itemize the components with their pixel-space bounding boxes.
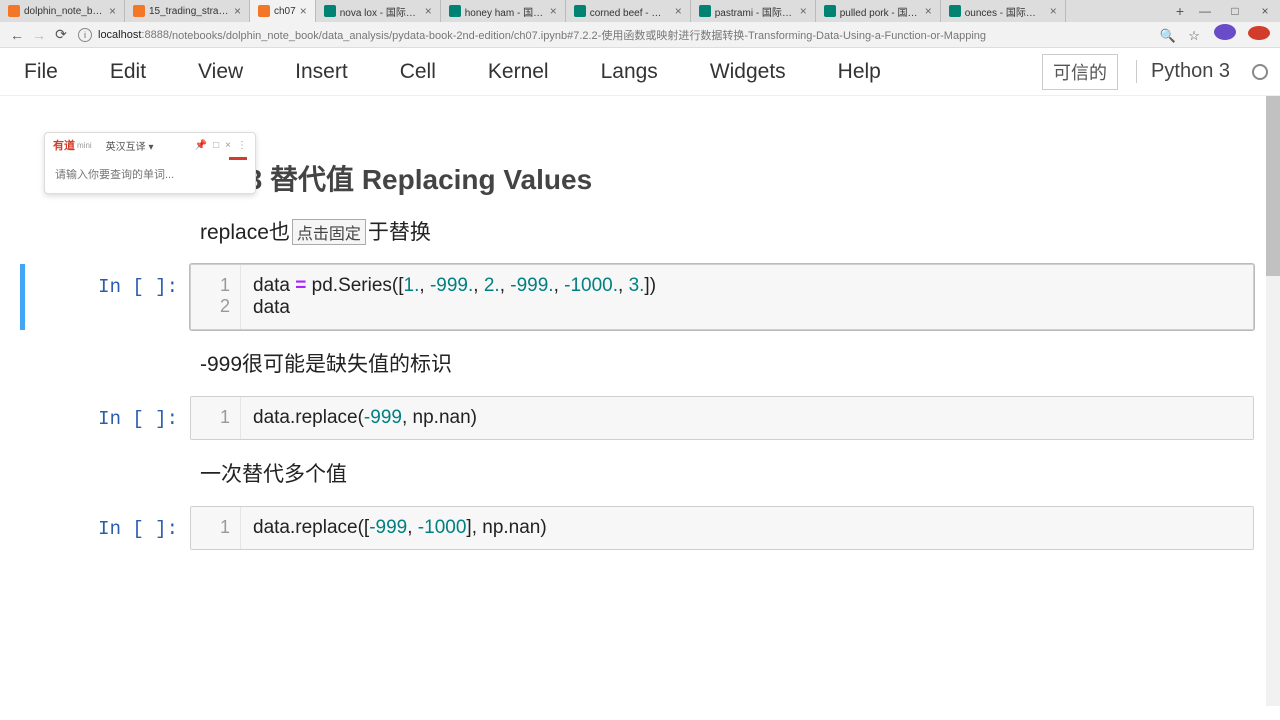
- youdao-sub: mini: [77, 141, 92, 150]
- trusted-indicator[interactable]: 可信的: [1042, 54, 1118, 90]
- input-prompt: In [ ]:: [25, 396, 190, 440]
- youdao-logo: 有道: [53, 137, 75, 153]
- tab-title: nova lox - 国际版 Bing: [340, 4, 421, 19]
- tab-close-icon[interactable]: ×: [109, 4, 116, 18]
- browser-tab[interactable]: pulled pork - 国际版 ×: [816, 0, 941, 22]
- browser-tab[interactable]: pastrami - 国际版 Bing ×: [691, 0, 816, 22]
- pin-icon[interactable]: 📌: [195, 140, 207, 151]
- tab-favicon: [324, 5, 336, 17]
- url-field[interactable]: i localhost:8888/notebooks/dolphin_note_…: [72, 27, 1157, 43]
- browser-tab[interactable]: nova lox - 国际版 Bing ×: [316, 0, 441, 22]
- browser-tab[interactable]: ounces - 国际版 Bing ×: [941, 0, 1066, 22]
- menu-file[interactable]: File: [24, 60, 58, 84]
- window-maximize-icon[interactable]: □: [1220, 4, 1250, 18]
- window-close-icon[interactable]: ×: [1250, 4, 1280, 18]
- tab-favicon: [449, 5, 461, 17]
- window-minimize-icon[interactable]: —: [1190, 4, 1220, 18]
- site-info-icon[interactable]: i: [78, 28, 92, 42]
- browser-tab-strip: dolphin_note_book/×15_trading_strategies…: [0, 0, 1280, 22]
- expand-icon[interactable]: □: [213, 140, 219, 151]
- zoom-icon[interactable]: 🔍: [1157, 28, 1179, 44]
- tab-title: ounces - 国际版 Bing: [965, 4, 1046, 19]
- input-prompt: In [ ]:: [25, 506, 190, 550]
- tab-favicon: [949, 5, 961, 17]
- tab-title: dolphin_note_book/: [24, 6, 105, 17]
- menu-view[interactable]: View: [198, 60, 243, 84]
- more-icon[interactable]: ⋮: [237, 140, 247, 151]
- menu-insert[interactable]: Insert: [295, 60, 348, 84]
- tab-title: pulled pork - 国际版: [840, 4, 921, 19]
- tab-title: pastrami - 国际版 Bing: [715, 4, 796, 19]
- url-port: :8888: [141, 29, 169, 41]
- browser-tab[interactable]: ch07 ×: [250, 0, 316, 22]
- markdown-text: replace也点击固定于替换: [200, 221, 431, 244]
- tab-close-icon[interactable]: ×: [425, 4, 432, 18]
- browser-tab[interactable]: honey ham - 国际版 ×: [441, 0, 566, 22]
- scrollbar-thumb[interactable]: [1266, 96, 1280, 276]
- youdao-accent-bar: [229, 157, 247, 160]
- tab-favicon: [699, 5, 711, 17]
- browser-tab[interactable]: dolphin_note_book/ ×: [0, 0, 125, 22]
- tab-title: honey ham - 国际版: [465, 4, 546, 19]
- tab-favicon: [574, 5, 586, 17]
- code-input[interactable]: data.replace([-999, -1000], np.nan): [241, 507, 1253, 549]
- input-prompt: In [ ]:: [25, 264, 190, 330]
- youdao-mode-select[interactable]: 英汉互译 ▾: [106, 138, 154, 153]
- tab-favicon: [824, 5, 836, 17]
- menu-cell[interactable]: Cell: [400, 60, 436, 84]
- youdao-popup[interactable]: 有道 mini 英汉互译 ▾ 📌 □ × ⋮: [44, 132, 256, 194]
- tab-close-icon[interactable]: ×: [1050, 4, 1057, 18]
- url-path: /notebooks/dolphin_note_book/data_analys…: [169, 27, 986, 43]
- menu-widgets[interactable]: Widgets: [710, 60, 786, 84]
- tab-favicon: [8, 5, 20, 17]
- url-host: localhost: [98, 29, 141, 41]
- tab-close-icon[interactable]: ×: [300, 4, 307, 18]
- youdao-search-input[interactable]: [55, 169, 245, 181]
- new-tab-button[interactable]: +: [1170, 3, 1190, 19]
- code-input[interactable]: data = pd.Series([1., -999., 2., -999., …: [241, 265, 1253, 329]
- notebook-menu-bar: File Edit View Insert Cell Kernel Langs Widgets…: [0, 48, 1280, 96]
- profile-avatar[interactable]: [1214, 24, 1236, 40]
- tab-close-icon[interactable]: ×: [550, 4, 557, 18]
- code-cell[interactable]: In [ ]: 1 data.replace(-999, np.nan): [25, 396, 1266, 440]
- line-gutter: 1: [191, 397, 241, 439]
- tab-favicon: [258, 5, 270, 17]
- code-cell[interactable]: In [ ]: 12 data = pd.Series([1., -999., …: [20, 264, 1266, 330]
- line-gutter: 12: [191, 265, 241, 329]
- tab-favicon: [133, 5, 145, 17]
- back-button[interactable]: ←: [6, 27, 28, 43]
- tab-close-icon[interactable]: ×: [925, 4, 932, 18]
- browser-tab[interactable]: 15_trading_strategies ×: [125, 0, 250, 22]
- code-cell[interactable]: In [ ]: 1 data.replace([-999, -1000], np…: [25, 506, 1266, 550]
- menu-help[interactable]: Help: [838, 60, 881, 84]
- kernel-name[interactable]: Python 3: [1136, 60, 1230, 83]
- bookmark-icon[interactable]: ☆: [1183, 28, 1205, 44]
- tab-close-icon[interactable]: ×: [675, 4, 682, 18]
- tab-title: 15_trading_strategies: [149, 6, 230, 17]
- pin-button[interactable]: 点击固定: [292, 219, 366, 245]
- reload-button[interactable]: ⟳: [50, 26, 72, 43]
- menu-langs[interactable]: Langs: [601, 60, 658, 84]
- extension-icon[interactable]: [1248, 26, 1270, 40]
- forward-button[interactable]: →: [28, 27, 50, 43]
- markdown-text: -999很可能是缺失值的标识: [200, 348, 1240, 378]
- menu-kernel[interactable]: Kernel: [488, 60, 549, 84]
- tab-close-icon[interactable]: ×: [800, 4, 807, 18]
- markdown-text: 一次替代多个值: [200, 458, 1240, 488]
- address-bar: ← → ⟳ i localhost:8888/notebooks/dolphin…: [0, 22, 1280, 48]
- tab-title: ch07: [274, 6, 296, 17]
- close-icon[interactable]: ×: [225, 140, 231, 151]
- tab-title: corned beef - 国际版: [590, 4, 671, 19]
- tab-close-icon[interactable]: ×: [234, 4, 241, 18]
- browser-tab[interactable]: corned beef - 国际版 ×: [566, 0, 691, 22]
- line-gutter: 1: [191, 507, 241, 549]
- menu-edit[interactable]: Edit: [110, 60, 146, 84]
- kernel-status-icon: [1252, 64, 1268, 80]
- code-input[interactable]: data.replace(-999, np.nan): [241, 397, 1253, 439]
- section-heading: 7.2.3 替代值 Replacing Values: [200, 158, 1240, 198]
